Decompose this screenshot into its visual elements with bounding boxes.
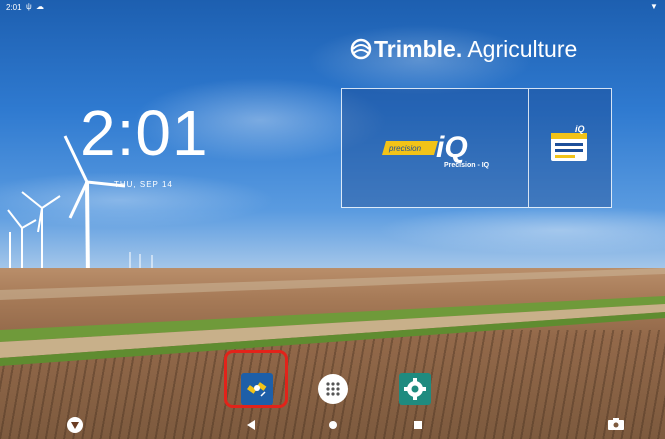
navigation-bar bbox=[0, 412, 665, 439]
precision-iq-tile[interactable]: precision iQ Precision - IQ bbox=[342, 89, 529, 207]
app-drawer-icon[interactable] bbox=[316, 372, 350, 406]
brand-name: Trimble bbox=[374, 36, 456, 62]
cloud-icon: ☁ bbox=[36, 2, 44, 11]
recents-icon[interactable] bbox=[413, 420, 423, 430]
status-time: 2:01 bbox=[6, 3, 22, 12]
svg-text:iQ: iQ bbox=[575, 124, 585, 134]
highlight-box bbox=[224, 350, 288, 408]
trimble-agriculture-logo: Trimble. Agriculture bbox=[350, 36, 578, 63]
svg-text:Precision - IQ: Precision - IQ bbox=[444, 162, 490, 169]
trimble-shield-icon[interactable] bbox=[66, 416, 84, 434]
clock-date[interactable]: THU, SEP 14 bbox=[114, 180, 173, 189]
brand-suffix: Agriculture bbox=[467, 36, 578, 62]
usb-icon: ψ bbox=[26, 2, 32, 11]
home-icon[interactable] bbox=[328, 420, 338, 430]
wifi-icon: ▼ bbox=[650, 2, 658, 11]
back-icon[interactable] bbox=[246, 419, 256, 431]
status-bar: 2:01 ψ ☁ ▼ bbox=[0, 0, 665, 14]
settings-gear-icon[interactable] bbox=[398, 372, 432, 406]
iq-tile[interactable]: iQ bbox=[529, 89, 611, 207]
clock-time[interactable]: 2:01 bbox=[80, 96, 209, 170]
screenshot-camera-icon[interactable] bbox=[607, 417, 625, 431]
app-tiles: precision iQ Precision - IQ iQ bbox=[341, 88, 612, 208]
trimble-globe-icon bbox=[350, 38, 372, 60]
precision-iq-logo: precision iQ Precision - IQ bbox=[382, 131, 490, 169]
iq-document-icon: iQ bbox=[551, 124, 587, 161]
svg-text:precision: precision bbox=[388, 144, 422, 153]
android-home-screen: 2:01 ψ ☁ ▼ Trimble. Agriculture 2:01 THU… bbox=[0, 0, 665, 439]
svg-text:iQ: iQ bbox=[436, 131, 468, 164]
